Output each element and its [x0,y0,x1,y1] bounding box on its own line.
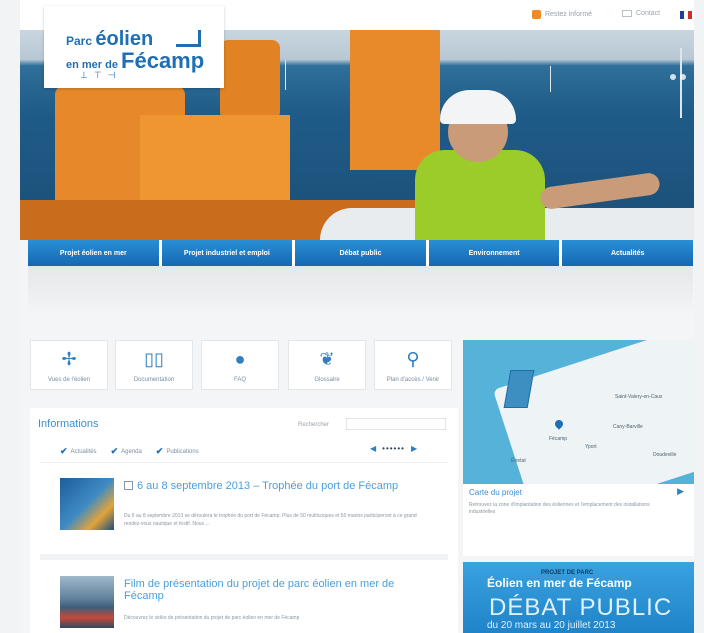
information-title: Informations [38,418,99,430]
contact-link[interactable]: Contact [622,10,660,17]
town-label: Yport [585,444,597,450]
logo-turbines-icon: ⊥⊤⊣ [80,70,122,80]
prev-arrow-icon[interactable]: ◀ [370,444,376,453]
mail-icon [622,10,632,17]
town-label: Saint-Valery-en-Caux [615,394,663,400]
checkmark-icon: ✔ [60,446,68,456]
filter-agenda[interactable]: ✔ Agenda [111,446,142,457]
news-description: Du 6 au 8 septembre 2013 se déroulera le… [124,513,417,527]
arrow-right-icon[interactable]: ▶ [677,486,684,497]
news-item[interactable]: 6 au 8 septembre 2013 – Trophée du port … [60,478,450,548]
filter-actualites[interactable]: ✔ Actualités [60,446,97,457]
slider-dot[interactable] [670,74,676,80]
news-thumbnail[interactable] [60,576,114,628]
checkmark-icon: ✔ [155,446,164,456]
map-pin-icon: ⚲ [406,348,420,369]
worker-helmet [440,90,516,124]
page: Restez informé Contact Parc éolien en me… [20,0,694,633]
news-title[interactable]: 6 au 8 septembre 2013 – Trophée du port … [137,480,398,492]
crane-part [350,30,440,170]
turbine-silhouette [285,60,286,90]
logo-text: Parc [66,34,93,48]
quicklink-faq[interactable]: ● FAQ [201,340,279,390]
project-map[interactable]: Saint-Valery-en-Caux Cany-Barville Fécam… [463,340,694,484]
banner-dates: du 20 mars au 20 juillet 2013 [487,620,616,631]
news-description: Découvrez le vidéo de présentation du pr… [124,615,300,621]
calendar-icon [124,481,133,490]
banner-logo: Éolien en mer de Fécamp [487,576,632,590]
information-panel: Informations Rechercher ✔ Actualités ✔ Age… [30,408,458,633]
news-title[interactable]: Film de présentation du projet de parc é… [124,578,424,602]
search-input[interactable] [346,418,446,430]
chat-icon: ● [234,348,246,369]
french-flag-icon[interactable] [680,11,692,19]
rss-icon [532,10,541,19]
divider [40,462,448,463]
next-arrow-icon[interactable]: ▶ [411,444,417,453]
nav-actualites[interactable]: Actualités [559,240,693,266]
town-label: Étretat [511,458,526,464]
crane-part [220,40,280,120]
news-pager: ◀ •••••• ▶ [370,444,417,453]
crane-part [140,115,290,210]
divider [40,554,448,560]
town-label: Cany-Barville [613,424,643,430]
logo-text: éolien [95,28,154,50]
turbine-silhouette [680,48,682,118]
checkmark-icon: ✔ [110,446,119,456]
quicklink-vues[interactable]: ✢ Vues de l'éolien [30,340,108,390]
turbine-icon: ✢ [61,348,77,369]
main-nav: Projet éolien en mer Projet industriel e… [28,240,693,266]
nav-projet-eolien[interactable]: Projet éolien en mer [28,240,159,266]
nav-projet-industriel[interactable]: Projet industriel et emploi [158,240,293,266]
news-item[interactable]: Film de présentation du projet de parc é… [60,576,450,633]
nav-debat-public[interactable]: Débat public [292,240,426,266]
quicklink-documentation[interactable]: ▯▯ Documentation [115,340,193,390]
feather-icon: ❦ [319,348,335,369]
filter-list: ✔ Actualités ✔ Agenda ✔ Publications [60,446,199,457]
town-label: Fécamp [549,436,568,442]
map-card[interactable]: Carte du projet ▶ Retrouvez la zone d'im… [463,484,694,556]
worker-arm [539,171,661,211]
turbine-silhouette [550,66,551,92]
filter-publications[interactable]: ✔ Publications [156,446,199,457]
book-icon: ▯▯ [144,348,164,369]
site-logo[interactable]: Parc éolien en mer de Fécamp ⊥⊤⊣ [44,6,224,88]
pager-dots[interactable]: •••••• [382,444,405,453]
logo-wave-icon [176,30,201,47]
banner-headline: DÉBAT PUBLIC [489,594,673,621]
quicklink-glossaire[interactable]: ❦ Glossaire [288,340,366,390]
quicklink-plan-acces[interactable]: ⚲ Plan d'accès / Venir [374,340,452,390]
map-title[interactable]: Carte du projet [469,488,522,497]
worker-vest [415,150,545,240]
rss-link[interactable]: Restez informé [532,10,592,19]
town-label: Doudeville [653,452,677,458]
nav-environnement[interactable]: Environnement [425,240,560,266]
news-thumbnail[interactable] [60,478,114,530]
search-label: Rechercher [298,422,330,428]
debat-public-banner[interactable]: PROJET DE PARC Éolien en mer de Fécamp D… [463,562,694,633]
slider-dot[interactable] [680,74,686,80]
nav-shadow [28,266,693,316]
logo-text: Fécamp [121,48,205,73]
slider-dots[interactable] [670,74,686,80]
map-description: Retrouvez la zone d'implantation des éol… [469,502,650,515]
